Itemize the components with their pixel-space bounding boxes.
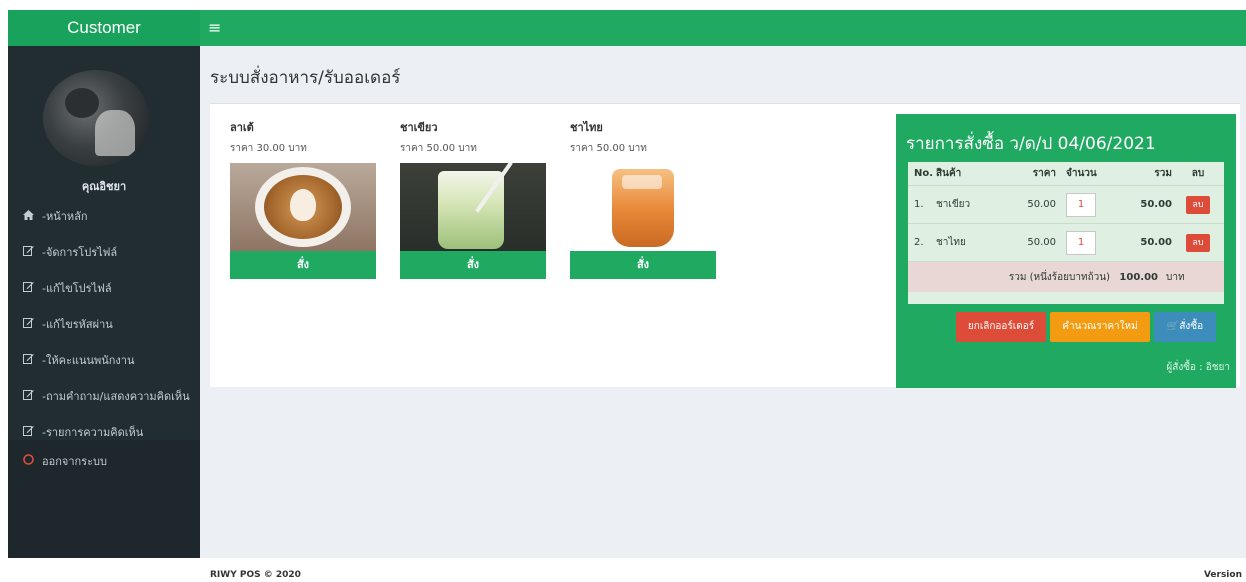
- footer-version: Version: [1203, 570, 1242, 580]
- sum-label: รวม (หนึ่งร้อยบาทถ้วน): [1008, 271, 1110, 283]
- recalculate-button[interactable]: คำนวณราคาใหม่: [1050, 312, 1150, 342]
- thai-tea-image: [570, 163, 716, 251]
- order-button[interactable]: สั่ง: [400, 251, 546, 279]
- row-no: 1.: [914, 199, 924, 210]
- row-delete-cell: ลบ: [1172, 233, 1224, 252]
- table-header: No. สินค้า ราคา จำนวน รวม ลบ: [908, 162, 1224, 186]
- edit-icon: [20, 353, 36, 367]
- sidebar-item-label: -แก้ไขโปรไฟล์: [42, 282, 112, 295]
- sidebar-item-manage-profile[interactable]: -จัดการโปรไฟล์: [8, 234, 200, 270]
- sidebar-bottom: ออกจากระบบ: [8, 440, 200, 558]
- product-card: ชาเขียว ราคา 50.00 บาท สั่ง: [400, 118, 546, 279]
- home-icon: [20, 209, 36, 223]
- menu-toggle-icon[interactable]: ≡: [208, 18, 221, 38]
- order-table: No. สินค้า ราคา จำนวน รวม ลบ 1. ชาเขียว …: [908, 162, 1224, 304]
- product-name: ลาเต้: [230, 121, 254, 134]
- buyer-name: ผู้สั่งซื้อ : อิชยา: [1166, 362, 1230, 373]
- header-item: สินค้า: [936, 168, 962, 179]
- row-delete-cell: ลบ: [1172, 195, 1224, 214]
- row-qty-cell: [1056, 230, 1122, 255]
- sidebar: Customer คุณอิชยา -หน้าหลัก -จัดการโปรไฟ…: [8, 10, 200, 558]
- edit-icon: [20, 425, 36, 439]
- product-card: ชาไทย ราคา 50.00 บาท สั่ง: [570, 118, 716, 279]
- product-name: ชาเขียว: [400, 121, 438, 134]
- delete-button[interactable]: ลบ: [1186, 195, 1210, 214]
- sidebar-item-label: -แก้ไขรหัสผ่าน: [42, 318, 113, 331]
- sidebar-item-label: -ถามคำถาม/แสดงความคิดเห็น: [42, 390, 190, 403]
- sidebar-item-ask-question[interactable]: -ถามคำถาม/แสดงความคิดเห็น: [8, 378, 200, 414]
- sidebar-item-change-password[interactable]: -แก้ไขรหัสผ่าน: [8, 306, 200, 342]
- row-price: 50.00: [1027, 199, 1056, 210]
- row-item: ชาไทย: [936, 237, 966, 248]
- table-row: 1. ชาเขียว 50.00 50.00 ลบ: [908, 186, 1224, 224]
- edit-icon: [20, 317, 36, 331]
- sidebar-item-label: -ให้คะแนนพนักงาน: [42, 354, 135, 367]
- header-qty: จำนวน: [1066, 168, 1097, 179]
- top-navbar: ≡: [200, 10, 1246, 46]
- row-price: 50.00: [1027, 237, 1056, 248]
- edit-icon: [20, 389, 36, 403]
- product-price: ราคา 50.00 บาท: [400, 143, 477, 154]
- avatar: [43, 70, 149, 166]
- row-total: 50.00: [1140, 237, 1172, 248]
- product-price: ราคา 30.00 บาท: [230, 143, 307, 154]
- page-title: ระบบสั่งอาหาร/รับออเดอร์: [210, 68, 401, 88]
- delete-button[interactable]: ลบ: [1186, 233, 1210, 252]
- sidebar-item-rate-staff[interactable]: -ให้คะแนนพนักงาน: [8, 342, 200, 378]
- row-qty-cell: [1056, 192, 1122, 217]
- sidebar-menu: -หน้าหลัก -จัดการโปรไฟล์ -แก้ไขโปรไฟล์ -…: [8, 198, 200, 450]
- order-panel: รายการสั่งซื้อ ว/ด/ป 04/06/2021 No. สินค…: [896, 114, 1236, 388]
- sum-unit: บาท: [1166, 271, 1185, 283]
- sidebar-item-label: -รายการความคิดเห็น: [42, 426, 144, 439]
- edit-icon: [20, 245, 36, 259]
- order-button[interactable]: สั่ง: [230, 251, 376, 279]
- main-content: ระบบสั่งอาหาร/รับออเดอร์ ลาเต้ ราคา 30.0…: [200, 46, 1246, 558]
- logout-link[interactable]: ออกจากระบบ: [8, 446, 200, 476]
- cancel-order-button[interactable]: ยกเลิกออร์เดอร์: [956, 312, 1046, 342]
- sum-row: รวม (หนึ่งร้อยบาทถ้วน) 100.00 บาท: [908, 262, 1224, 292]
- header-price: ราคา: [1032, 168, 1056, 179]
- sidebar-item-label: -หน้าหลัก: [42, 210, 88, 223]
- sidebar-item-edit-profile[interactable]: -แก้ไขโปรไฟล์: [8, 270, 200, 306]
- username: คุณอิชยา: [81, 180, 127, 193]
- header-total: รวม: [1154, 168, 1172, 179]
- product-name: ชาไทย: [570, 121, 603, 134]
- row-total: 50.00: [1140, 199, 1172, 210]
- green-tea-image: [400, 163, 546, 251]
- order-actions: ยกเลิกออร์เดอร์ คำนวณราคาใหม่ 🛒สั่งซื้อ: [956, 312, 1216, 342]
- product-price: ราคา 50.00 บาท: [570, 143, 647, 154]
- quantity-input[interactable]: [1066, 192, 1096, 217]
- edit-icon: [20, 281, 36, 295]
- header-delete: ลบ: [1191, 168, 1205, 179]
- order-title: รายการสั่งซื้อ ว/ด/ป 04/06/2021: [906, 134, 1156, 154]
- header-no: No.: [914, 168, 934, 179]
- row-item: ชาเขียว: [936, 199, 971, 210]
- sidebar-item-label: -จัดการโปรไฟล์: [42, 246, 118, 259]
- place-order-button[interactable]: 🛒สั่งซื้อ: [1154, 312, 1216, 342]
- app-frame: Customer คุณอิชยา -หน้าหลัก -จัดการโปรไฟ…: [8, 10, 1246, 558]
- order-button[interactable]: สั่ง: [570, 251, 716, 279]
- quantity-input[interactable]: [1066, 230, 1096, 255]
- row-no: 2.: [914, 237, 924, 248]
- logout-label: ออกจากระบบ: [42, 455, 107, 468]
- table-row: 2. ชาไทย 50.00 50.00 ลบ: [908, 224, 1224, 262]
- footer-copyright: RIWY POS © 2020: [210, 570, 301, 580]
- sidebar-item-home[interactable]: -หน้าหลัก: [8, 198, 200, 234]
- product-card: ลาเต้ ราคา 30.00 บาท สั่ง: [230, 118, 376, 279]
- sum-total: 100.00: [1119, 271, 1158, 283]
- brand-logo[interactable]: Customer: [8, 10, 200, 46]
- circle-icon: [20, 454, 36, 468]
- latte-image: [230, 163, 376, 251]
